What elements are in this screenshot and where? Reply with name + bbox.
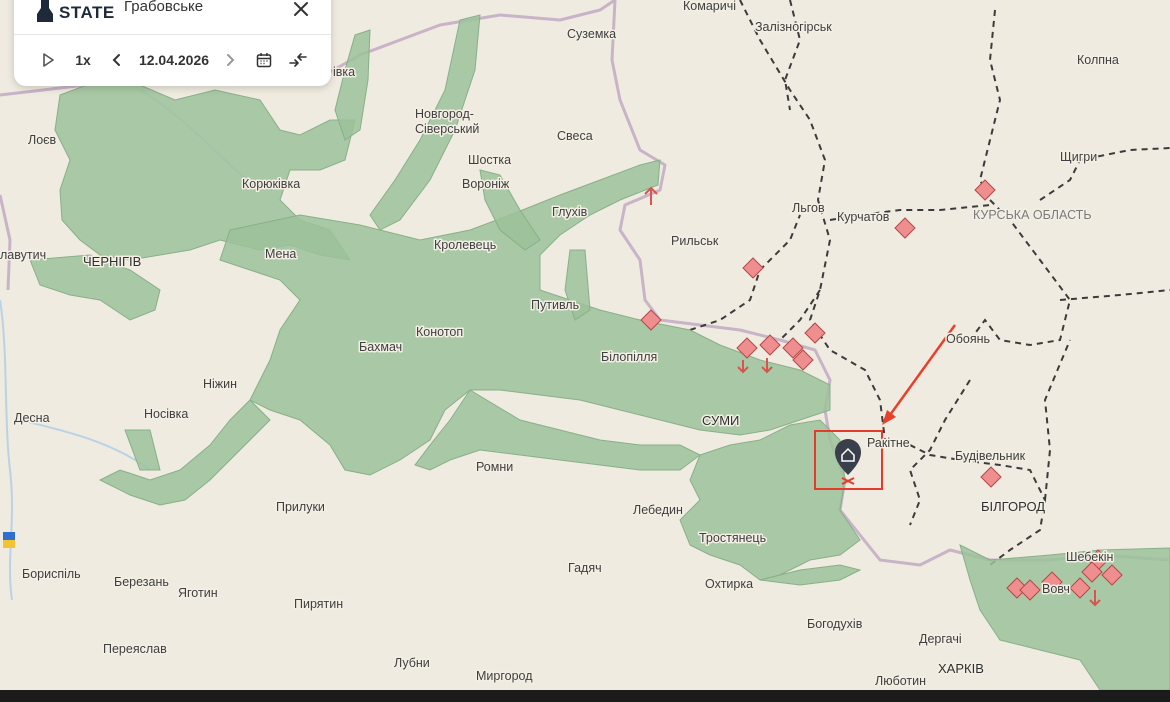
place-nosivka: Носівка (144, 407, 188, 421)
place-siverskyi: Сіверський (415, 122, 479, 136)
place-rakitnoe: Ракітне (867, 436, 910, 450)
timeline-controls: 1x 12.04.2026 (14, 40, 331, 80)
place-trostianets: Тростянець (699, 531, 766, 545)
place-lebedyn: Лебедин (633, 503, 683, 517)
place-konotop: Конотоп (416, 325, 463, 339)
place-oboian: Обоянь (946, 332, 990, 346)
place-mena: Мена (265, 247, 296, 261)
place-kurchatov: Курчатов (837, 210, 890, 224)
place-kolpna: Колпна (1077, 53, 1119, 67)
place-pereiaslav: Переяслав (103, 642, 167, 656)
place-bakhmach: Бахмач (359, 340, 402, 354)
chevron-right-icon (227, 54, 235, 66)
place-vorozhba: Вороніж (462, 177, 510, 191)
place-pryluky: Прилуки (276, 500, 325, 514)
place-novhorod: Новгород- (415, 107, 474, 121)
place-kharkiv: ХАРКІВ (938, 661, 984, 676)
place-slavutych: лавутич (0, 248, 46, 262)
close-button[interactable] (290, 0, 312, 20)
place-okhtyrka: Охтирка (705, 577, 753, 591)
place-sumy: СУМИ (702, 413, 739, 428)
ukraine-flag-icon (3, 532, 15, 548)
place-komarichi: Комаричі (683, 0, 736, 13)
speed-button[interactable]: 1x (72, 50, 94, 70)
place-kursk-oblast: КУРСЬКА ОБЛАСТЬ (973, 208, 1092, 222)
place-romny: Ромни (476, 460, 513, 474)
location-title: Грабовське (124, 0, 204, 15)
place-bilhorod: БІЛГОРОД (981, 499, 1045, 514)
calendar-icon (256, 53, 272, 68)
place-chernihiv: ЧЕРНІГІВ (83, 254, 141, 269)
place-ivka: івка (333, 65, 355, 79)
prev-date-button[interactable] (109, 50, 125, 70)
place-boryspil: Бориспіль (22, 567, 81, 581)
place-lubny: Лубни (394, 656, 430, 670)
place-myrhorod: Миргород (476, 669, 533, 683)
map-canvas[interactable]: Комаричі Суземка Залізногірськ Колпна Ло… (0, 0, 1170, 690)
brand-line2: STATE (59, 3, 115, 22)
place-bilopillia: Білопілля (601, 350, 657, 364)
place-yahotyn: Яготин (178, 586, 218, 600)
panel-divider (14, 34, 331, 35)
brand-name: STATE (59, 3, 115, 23)
place-sveza: Свеса (557, 129, 593, 143)
next-date-button[interactable] (222, 50, 238, 70)
place-nizhyn: Ніжин (203, 377, 237, 391)
place-shchihry: Щигри (1060, 150, 1097, 164)
place-vovchansk: Вовч (1042, 582, 1070, 596)
place-suzemka: Суземка (567, 27, 616, 41)
place-rylsk: Рильськ (671, 234, 719, 248)
place-krolevets: Кролевець (434, 238, 496, 252)
place-lgov: Льгов (792, 201, 825, 215)
place-pyriatyn: Пирятин (294, 597, 343, 611)
deepstate-logo-icon (35, 0, 55, 22)
place-desna: Десна (14, 411, 50, 425)
place-berezan: Березань (114, 575, 169, 589)
play-icon (43, 53, 54, 67)
place-hlukhiv: Глухів (552, 205, 588, 219)
place-liubotyn: Люботин (875, 674, 926, 688)
chevron-left-icon (112, 54, 120, 66)
close-icon (294, 2, 308, 16)
place-bohodukhiv: Богодухів (807, 617, 863, 631)
compare-arrows-icon (289, 53, 307, 67)
place-zaliznohirsk: Залізногірськ (755, 20, 832, 34)
place-koriukivka: Корюківка (242, 177, 300, 191)
compare-button[interactable] (287, 50, 309, 70)
place-shostka: Шостка (468, 153, 511, 167)
play-button[interactable] (40, 50, 56, 70)
place-hadiach: Гадяч (568, 561, 602, 575)
calendar-button[interactable] (254, 50, 274, 70)
place-shebekino: Шебекін (1066, 550, 1113, 564)
place-putyvl: Путивль (531, 298, 579, 312)
place-budivelnyk: Будівельник (955, 449, 1026, 463)
place-loev: Лоєв (28, 133, 57, 147)
current-date[interactable]: 12.04.2026 (134, 50, 214, 70)
bottom-bar (0, 690, 1170, 702)
place-derhachi: Дергачі (919, 632, 962, 646)
